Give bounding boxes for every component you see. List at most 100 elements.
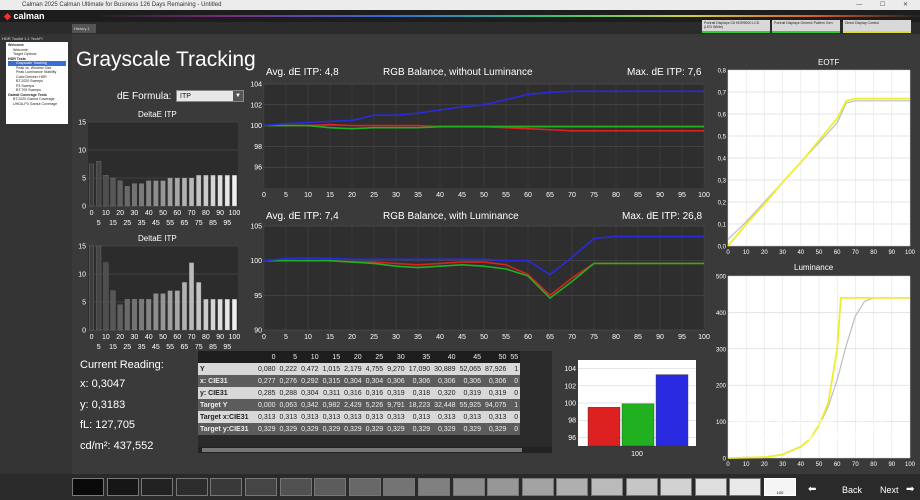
sidebar-item[interactable]: UHDA-P3 Gamut Coverage [8, 102, 66, 107]
y-tick-label: 5 [82, 300, 86, 307]
table-cell: 0,306 [438, 377, 456, 385]
table-scrollbar[interactable] [198, 447, 552, 453]
x-tick-label: 40 [145, 334, 153, 341]
patch-swatch[interactable] [625, 478, 658, 496]
deltae-bar [231, 299, 237, 331]
column-header: 55 [510, 353, 519, 361]
back-arrow-icon[interactable]: ⬅ [808, 484, 816, 498]
x-tick-label: 25 [370, 334, 378, 341]
patch-swatch[interactable] [72, 478, 104, 496]
patch-swatch[interactable] [141, 478, 174, 496]
patch-swatch[interactable] [210, 478, 243, 496]
y-tick-label: 0,1 [718, 223, 727, 229]
patch-swatch[interactable] [314, 478, 347, 496]
patch-swatch[interactable] [660, 478, 693, 496]
patch-swatch[interactable] [556, 478, 589, 496]
y-tick-label: 102 [564, 383, 576, 390]
table-cell: 0,320 [438, 389, 456, 397]
x-tick-label: 5 [284, 334, 288, 341]
table-cell: 0,329 [279, 425, 298, 433]
table-cell: 2,429 [344, 401, 362, 409]
pattern-generator-button[interactable]: Portrait Displays Generic Pattern Gen [772, 20, 840, 33]
x-tick-label: 0 [262, 192, 266, 199]
patch-swatch[interactable] [383, 478, 416, 496]
x-tick-label: 70 [188, 334, 196, 341]
deltae-bar [174, 290, 180, 331]
table-cell: 0,313 [365, 413, 384, 421]
x-tick-label: 45 [152, 344, 160, 351]
table-cell: 0,329 [344, 425, 362, 433]
deltae-bar [196, 282, 202, 331]
patch-swatch[interactable] [106, 478, 139, 496]
patch-swatch[interactable] [279, 478, 312, 496]
table-cell: 0,277 [258, 377, 276, 385]
patch-swatch[interactable] [245, 478, 277, 496]
x-tick-label: 90 [656, 192, 664, 199]
deltae-bar [103, 175, 109, 207]
table-cell: 0,313 [412, 413, 431, 421]
deltae-bar [181, 177, 187, 207]
reading-fl: fL: 127,705 [80, 419, 136, 431]
x-tick-label: 70 [568, 334, 576, 341]
scrollbar-thumb[interactable] [202, 448, 522, 452]
x-tick-label: 50 [159, 210, 167, 217]
y-tick-label: 0,8 [718, 69, 727, 75]
x-tick-label: 45 [152, 220, 160, 227]
y-tick-label: 15 [78, 244, 86, 251]
x-tick-label: 5 [284, 192, 288, 199]
patch-swatch[interactable] [452, 478, 485, 496]
deltae-bar [110, 177, 116, 207]
tab-history[interactable]: History 1 [72, 24, 96, 33]
x-tick-label: 15 [109, 220, 117, 227]
patch-swatch[interactable] [487, 478, 520, 496]
window-title: Calman 2025 Calman Ultimate for Business… [22, 2, 222, 8]
chevron-down-icon[interactable]: ▼ [233, 91, 243, 101]
next-button[interactable]: Next [880, 485, 899, 499]
patch-swatch[interactable] [175, 478, 208, 496]
x-tick-label: 65 [181, 344, 189, 351]
x-tick-label: 50 [159, 334, 167, 341]
deltae-bar [160, 293, 166, 331]
table-cell: 9,791 [387, 401, 405, 409]
x-tick-label: 70 [852, 250, 859, 256]
deltae-bar [96, 245, 102, 331]
display-control-button[interactable]: Direct Display Control [843, 20, 911, 33]
x-tick-label: 20 [116, 334, 124, 341]
table-cell: 18,223 [408, 401, 431, 409]
window-controls[interactable]: — ☐ ✕ [856, 0, 916, 10]
table-cell: 0,319 [463, 389, 481, 397]
table-cell: 0,313 [387, 413, 405, 421]
x-tick-label: 85 [209, 220, 217, 227]
deltae-bar [153, 293, 159, 331]
table-row: Y 0,080 0,222 0,472 1,015 2,179 4,755 9,270 17,0… [198, 363, 521, 375]
eotf-chart: 0,0 0,1 0,2 0,3 0,4 0,5 0,6 0,7 0,8 0 10 20 30 40 50 60… [718, 69, 916, 257]
back-button[interactable]: Back [842, 485, 862, 499]
y-tick-label: 90 [254, 328, 262, 335]
x-tick-label: 100 [229, 210, 241, 217]
deltae-bar [117, 304, 123, 331]
column-header: 35 [422, 353, 431, 361]
table-cell: 0,306 [412, 377, 431, 385]
formula-select[interactable]: ITP ▼ [176, 90, 244, 102]
x-tick-label: 80 [612, 192, 620, 199]
deltae-bar [117, 180, 123, 207]
x-tick-label: 35 [138, 344, 146, 351]
meter-button[interactable]: Portrait Displays C6 HDR5000 LCD (LED Wh… [702, 20, 770, 33]
patch-swatch[interactable] [521, 478, 554, 496]
x-tick-label: 75 [195, 220, 203, 227]
y-tick-label: 98 [568, 418, 576, 425]
table-cell: 0,285 [258, 389, 276, 397]
x-tick-label: 25 [123, 344, 131, 351]
table-cell: 0,313 [322, 413, 341, 421]
deltae-bar [124, 186, 130, 207]
patch-swatch[interactable]: 100 [764, 478, 796, 496]
patch-swatch[interactable] [348, 478, 381, 496]
patch-swatch[interactable] [694, 478, 727, 496]
patch-swatch[interactable] [729, 478, 762, 496]
patch-swatch[interactable] [418, 478, 450, 496]
next-arrow-icon[interactable]: ➡ [906, 484, 914, 498]
patch-swatch[interactable] [591, 478, 623, 496]
table-cell: 0,316 [344, 389, 362, 397]
x-tick-label: 50 [816, 462, 823, 468]
table-cell: 0 [514, 389, 519, 397]
